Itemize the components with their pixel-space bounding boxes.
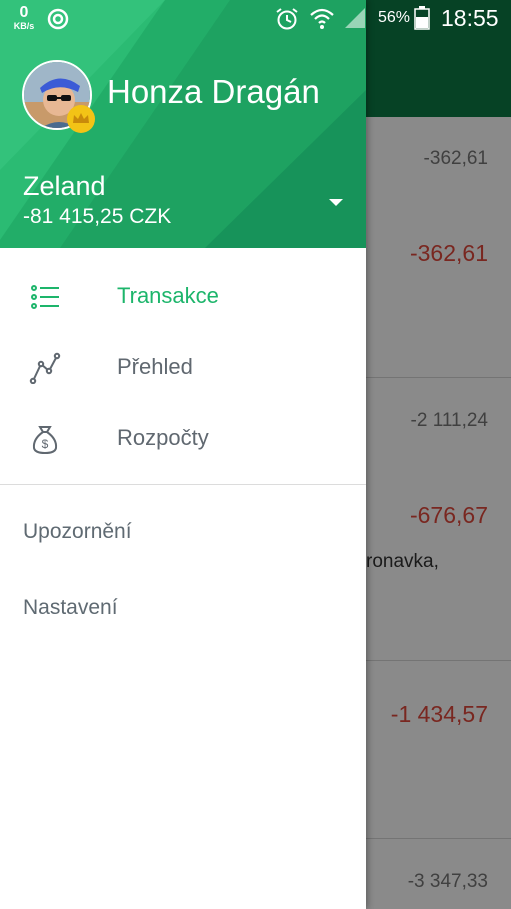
caret-down-icon: [329, 199, 343, 206]
menu-item-label: Přehled: [117, 354, 193, 379]
network-speed: 0 KB/s: [13, 4, 35, 31]
money-bag-icon: $: [32, 426, 58, 455]
menu-item-label: Nastavení: [23, 596, 118, 619]
menu-item-label: Rozpočty: [117, 425, 209, 450]
sync-icon: [47, 8, 69, 30]
menu-item-label: Transakce: [117, 283, 219, 308]
alarm-icon: [276, 8, 298, 30]
menu-item-nastaveni[interactable]: Nastavení: [0, 581, 366, 641]
clock-time: 18:55: [441, 5, 499, 31]
menu-item-upozorneni[interactable]: Upozornění: [0, 505, 366, 565]
menu-item-rozpocty[interactable]: $ Rozpočty: [0, 404, 366, 474]
signal-icon: [345, 8, 365, 28]
user-avatar[interactable]: [22, 60, 95, 133]
menu-item-transakce[interactable]: Transakce: [0, 262, 366, 332]
menu-item-prehled[interactable]: Přehled: [0, 333, 366, 403]
user-name: Honza Dragán: [107, 73, 320, 110]
status-bar: 0 KB/s 56% 18:55: [0, 0, 511, 38]
account-name[interactable]: Zeland: [23, 171, 106, 202]
account-dropdown-button[interactable]: [326, 193, 346, 213]
list-icon: [31, 285, 59, 309]
battery-percent: 56%: [378, 9, 411, 26]
menu-item-label: Upozornění: [23, 520, 132, 543]
drawer-divider: [0, 484, 366, 485]
chart-line-icon: [29, 352, 61, 384]
navigation-drawer: Honza Dragán Zeland -81 415,25 CZK Trans…: [0, 0, 366, 909]
svg-text:$: $: [42, 437, 49, 451]
account-balance: -81 415,25 CZK: [23, 205, 172, 228]
battery-icon: [414, 6, 430, 30]
wifi-icon: [310, 8, 334, 29]
premium-crown-icon: [67, 105, 95, 133]
